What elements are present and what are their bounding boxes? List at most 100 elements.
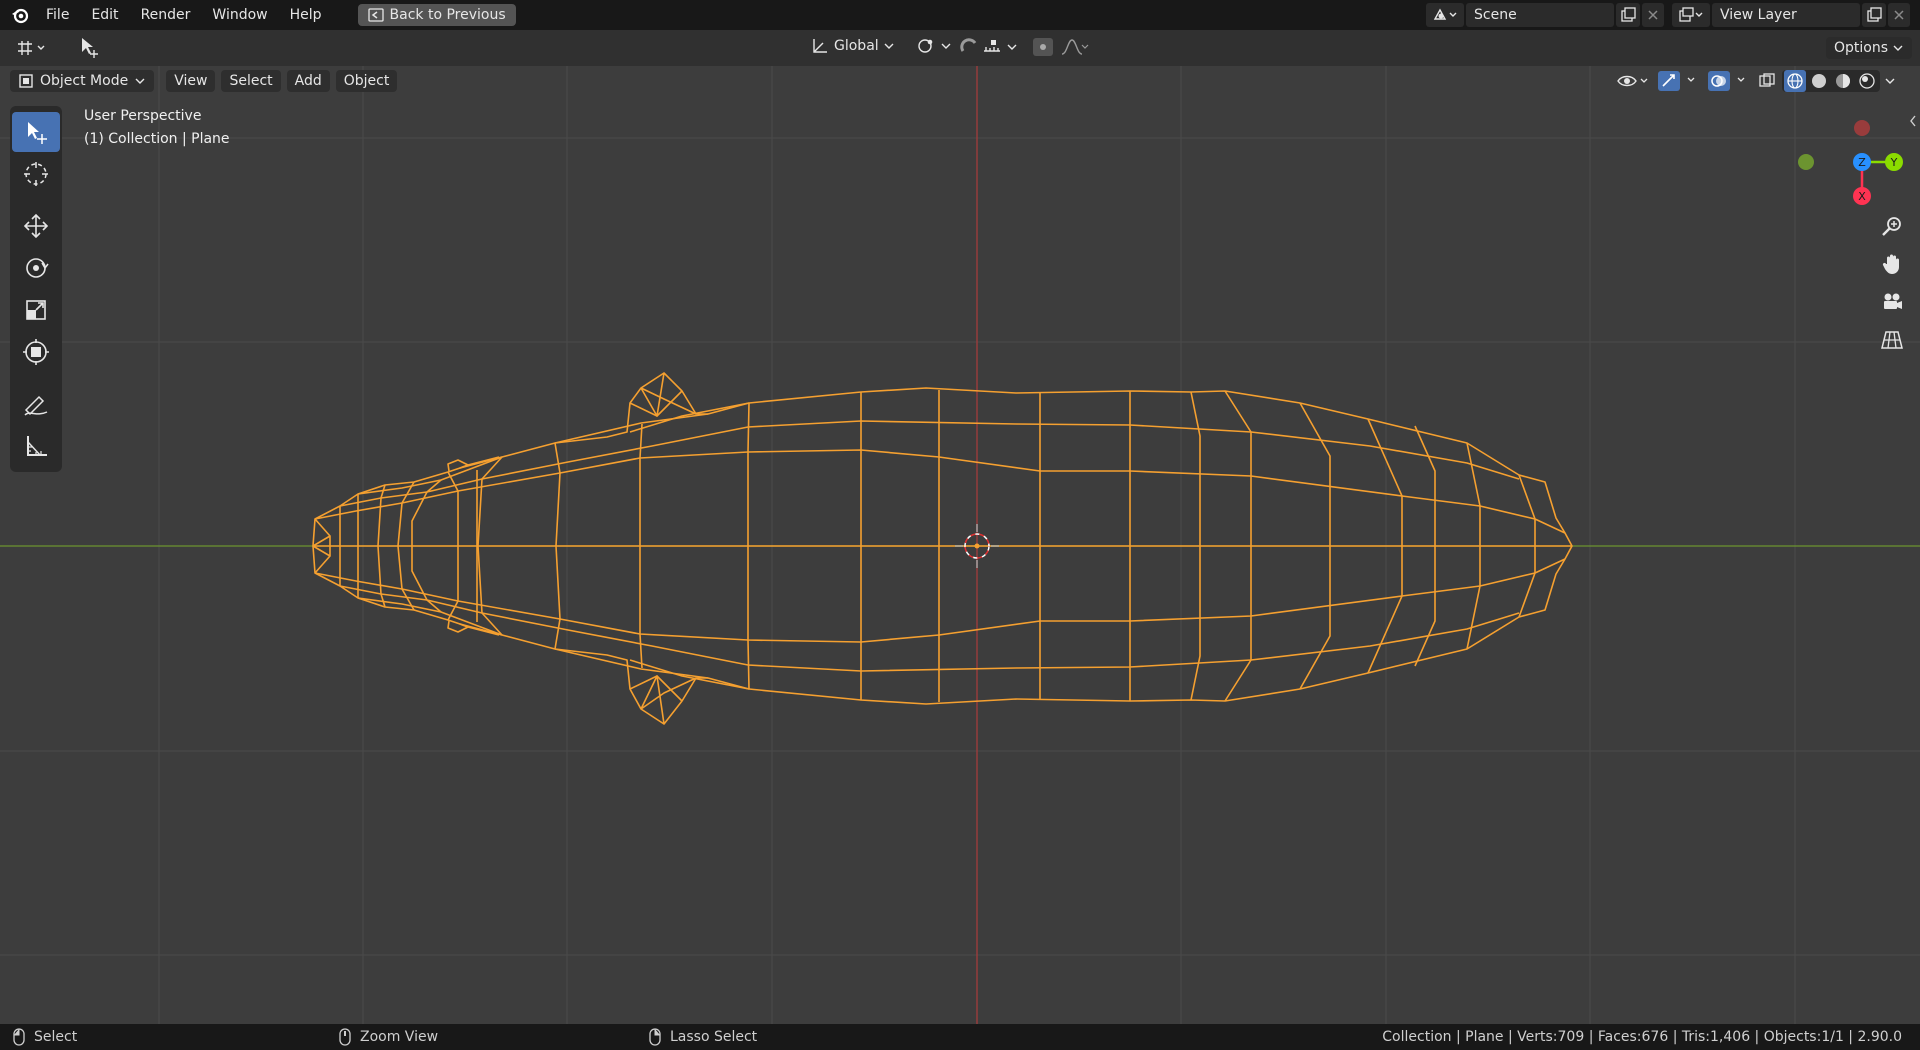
material-shading-icon [1836,74,1850,88]
menu-select[interactable]: Select [221,70,281,92]
scene-new-button[interactable] [1616,3,1640,27]
editor-type-icon [18,41,45,55]
gizmo-icon [1658,71,1695,91]
scale-tool[interactable] [12,290,60,330]
chevron-down-icon [941,43,951,49]
chevron-down-icon [135,78,145,84]
pivot-point-dropdown[interactable] [910,35,958,57]
mouse-left-icon [13,1028,25,1046]
hand-icon [1882,254,1899,274]
select-box-tool[interactable] [12,112,60,152]
menu-edit[interactable]: Edit [83,4,126,26]
select-box-icon [28,122,47,144]
object-mode-label: Object Mode [40,73,129,89]
scene-browse-button[interactable] [1426,3,1464,27]
move-tool[interactable] [12,206,60,246]
shading-rendered-button[interactable] [1856,70,1878,92]
shading-mode-group [1782,70,1880,92]
back-to-previous-button[interactable]: Back to Previous [357,4,516,26]
chevron-down-icon [1893,45,1903,51]
proportional-editing-icon[interactable] [1032,37,1054,57]
menu-window[interactable]: Window [204,4,275,26]
annotate-tool[interactable] [12,384,60,424]
scene-icon [1433,8,1457,20]
menu-object[interactable]: Object [335,70,398,92]
move-icon [23,213,49,239]
transform-tool[interactable] [12,332,60,372]
measure-tool[interactable] [12,426,60,466]
status-left-mouse-hint: Select [12,1028,77,1046]
menu-view[interactable]: View [166,70,216,92]
view-layer-delete-button[interactable] [1888,3,1910,27]
orientation-icon [813,39,827,53]
scene-delete-button[interactable] [1642,3,1664,27]
object-mode-icon [19,74,33,88]
proportional-editing-controls[interactable] [1026,35,1096,59]
overlays-toggle[interactable] [1706,70,1752,92]
sidebar-expand-icon[interactable] [1908,114,1918,128]
scene-name-field[interactable]: Scene [1466,3,1614,27]
camera-view-button[interactable] [1876,286,1908,318]
shading-solid-button[interactable] [1808,70,1830,92]
transform-orientation-dropdown[interactable]: Global [804,35,901,57]
object-mode-dropdown[interactable]: Object Mode [10,70,155,92]
pivot-point-icon [918,39,933,53]
tool-header: Global Options [0,30,1920,66]
pencil-icon [24,395,48,416]
collection-context-text: (1) Collection | Plane [84,131,230,147]
3d-viewport[interactable]: Object Mode View Select Add Object User … [0,66,1920,1024]
xray-icon [1759,73,1775,87]
pan-view-button[interactable] [1876,248,1908,280]
chevron-down-icon[interactable] [1884,76,1896,86]
menu-help[interactable]: Help [282,4,330,26]
perspective-toggle-button[interactable] [1876,324,1908,356]
snap-increment-icon[interactable] [982,37,1004,57]
active-tool-indicator[interactable] [72,34,112,62]
view-layer-name-field[interactable]: View Layer [1712,3,1860,27]
y-axis-label: Y [1890,156,1898,169]
chevron-down-icon [1007,44,1017,50]
x-axis-label: X [1858,190,1866,203]
cursor-tool[interactable] [12,154,60,194]
chevron-down-icon [884,43,894,49]
close-icon [1894,10,1904,20]
blender-logo-icon[interactable] [10,5,30,25]
shading-wireframe-button[interactable] [1784,70,1806,92]
xray-toggle[interactable] [1756,70,1778,92]
status-lasso-label: Lasso Select [670,1029,758,1045]
zoom-view-button[interactable] [1876,210,1908,242]
rendered-shading-icon [1859,73,1875,89]
view-layer-icon [1679,7,1703,22]
snapping-controls[interactable] [952,35,1024,59]
menu-add[interactable]: Add [286,70,330,92]
solid-shading-icon [1812,74,1826,88]
back-to-previous-label: Back to Previous [389,7,506,23]
view-name-text: User Perspective [84,108,202,124]
view-layer-browse-button[interactable] [1672,3,1710,27]
3d-cursor-icon [955,524,999,568]
selected-mesh-wireframe [312,372,1573,725]
cursor-icon [24,162,48,186]
status-middle-mouse-hint: Zoom View [338,1028,438,1046]
viewport-grid [0,66,1920,1024]
menu-render[interactable]: Render [133,4,199,26]
scale-icon [26,300,46,320]
view-layer-name-value: View Layer [1720,7,1797,23]
rotate-tool[interactable] [12,248,60,288]
options-dropdown[interactable]: Options [1825,37,1912,59]
falloff-curve-icon[interactable] [1060,37,1090,57]
shading-material-button[interactable] [1832,70,1854,92]
ruler-icon [27,436,47,456]
view-layer-new-button[interactable] [1862,3,1886,27]
snap-magnet-icon[interactable] [958,37,980,57]
gizmo-toggle[interactable] [1656,70,1702,92]
editor-type-dropdown[interactable] [10,37,54,59]
select-box-icon [82,38,98,58]
navigation-gizmo[interactable]: Y X Z [1794,104,1904,214]
visibility-dropdown[interactable] [1614,70,1652,92]
scene-name-value: Scene [1474,7,1517,23]
mouse-middle-icon [339,1028,351,1046]
menu-file[interactable]: File [38,4,77,26]
rotate-icon [26,258,49,278]
top-menu-bar: File Edit Render Window Help Back to Pre… [0,0,1920,30]
